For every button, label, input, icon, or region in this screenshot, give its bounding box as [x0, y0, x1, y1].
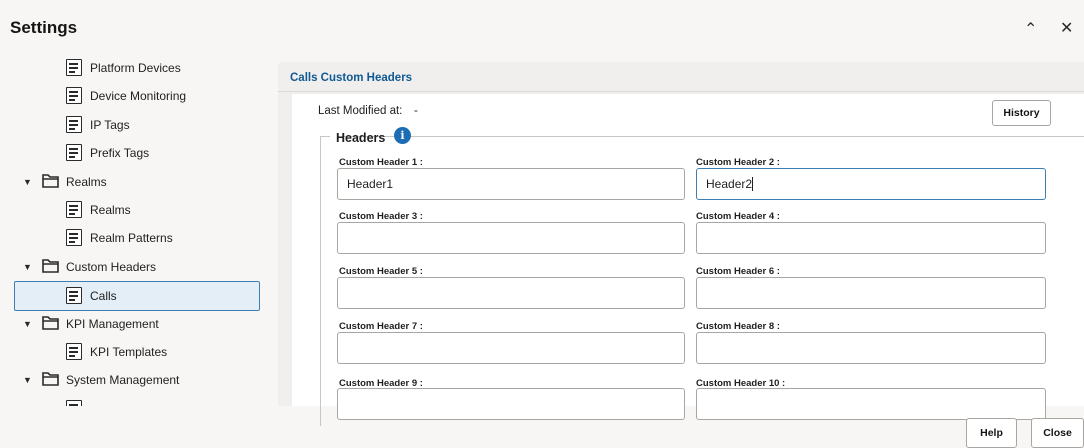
folder-icon	[42, 174, 59, 188]
custom-header-5-input[interactable]	[337, 277, 685, 309]
document-icon	[66, 400, 82, 406]
tree-folder-realms[interactable]: ▼ Realms	[0, 170, 268, 196]
tree-item-ip-tags[interactable]: IP Tags	[0, 113, 268, 139]
folder-icon	[42, 316, 59, 330]
panel-title: Calls Custom Headers	[290, 72, 413, 84]
tree-item-calls[interactable]: Calls	[14, 281, 260, 311]
tree-item-realm-patterns[interactable]: Realm Patterns	[0, 226, 268, 252]
tree-item-label: Platform Devices	[90, 61, 181, 75]
tree-item-platform-devices[interactable]: Platform Devices	[0, 56, 268, 82]
tree-folder-custom-headers[interactable]: ▼ Custom Headers	[0, 255, 268, 281]
tree-item-label: Realm Patterns	[90, 231, 173, 245]
last-modified-value: -	[414, 105, 418, 117]
custom-header-8-label: Custom Header 8 :	[696, 321, 780, 332]
headers-legend-text: Headers	[336, 131, 386, 145]
document-icon	[66, 116, 82, 133]
tree-item-label: System Management	[66, 373, 180, 387]
tree-item-label: Prefix Tags	[90, 146, 150, 160]
document-icon	[66, 229, 82, 246]
tree-item-kpi-templates[interactable]: KPI Templates	[0, 340, 268, 366]
tree-item-label: Custom Headers	[66, 260, 157, 274]
document-icon	[66, 287, 82, 304]
tree-item-label: IP Tags	[90, 118, 130, 132]
calls-custom-headers-panel: Calls Custom Headers Last Modified at: -…	[278, 62, 1084, 426]
custom-header-5-label: Custom Header 5 :	[339, 266, 423, 277]
custom-header-1-input[interactable]: Header1	[337, 168, 685, 200]
tree-item-prefix-tags[interactable]: Prefix Tags	[0, 141, 268, 167]
caret-down-icon[interactable]: ▼	[23, 375, 32, 385]
tree-item-label: KPI Templates	[90, 345, 168, 359]
tree-item-label: Device Monitoring	[90, 89, 187, 103]
headers-legend: Headers i	[330, 127, 411, 149]
custom-header-4-input[interactable]	[696, 222, 1046, 254]
tree-item-label: Realms	[90, 203, 131, 217]
window-title: Settings	[10, 18, 78, 37]
tree-item-realms[interactable]: Realms	[0, 198, 268, 224]
custom-header-7-input[interactable]	[337, 332, 685, 364]
tree-item-label: KPI Management	[66, 317, 159, 331]
settings-navigation-tree: Platform Devices Device Monitoring IP Ta…	[0, 56, 268, 406]
caret-down-icon[interactable]: ▼	[23, 262, 32, 272]
tree-folder-system-management[interactable]: ▼ System Management	[0, 368, 268, 394]
tree-folder-kpi-management[interactable]: ▼ KPI Management	[0, 312, 268, 338]
custom-header-3-input[interactable]	[337, 222, 685, 254]
caret-down-icon[interactable]: ▼	[23, 177, 32, 187]
document-icon	[66, 201, 82, 218]
document-icon	[66, 144, 82, 161]
folder-icon	[42, 372, 59, 386]
tree-item-label: Calls	[90, 289, 117, 303]
custom-header-1-label: Custom Header 1 :	[339, 157, 423, 168]
custom-header-2-value: Header2	[706, 177, 753, 191]
folder-icon	[42, 259, 59, 273]
custom-header-4-label: Custom Header 4 :	[696, 211, 780, 222]
close-icon[interactable]: ✕	[1060, 21, 1073, 37]
custom-header-9-input[interactable]	[337, 388, 685, 420]
close-button[interactable]: Close	[1031, 418, 1084, 448]
document-icon	[66, 87, 82, 104]
custom-header-10-input[interactable]	[696, 388, 1046, 420]
help-button[interactable]: Help	[966, 418, 1017, 448]
custom-header-8-input[interactable]	[696, 332, 1046, 364]
chevron-up-icon[interactable]: ⌃	[1024, 22, 1037, 38]
last-modified-label: Last Modified at:	[318, 105, 403, 117]
caret-down-icon[interactable]: ▼	[23, 319, 32, 329]
history-button[interactable]: History	[992, 100, 1051, 126]
document-icon	[66, 343, 82, 360]
panel-body: Last Modified at: - History Headers i Cu…	[292, 94, 1084, 426]
info-icon[interactable]: i	[394, 127, 411, 144]
custom-header-2-label: Custom Header 2 :	[696, 157, 780, 168]
document-icon	[66, 59, 82, 76]
panel-header: Calls Custom Headers	[278, 62, 1084, 92]
text-cursor	[752, 176, 754, 191]
custom-header-7-label: Custom Header 7 :	[339, 321, 423, 332]
custom-header-6-label: Custom Header 6 :	[696, 266, 780, 277]
tree-item-partial[interactable]	[0, 397, 268, 406]
custom-header-6-input[interactable]	[696, 277, 1046, 309]
title-bar: Settings ⌃ ✕	[0, 0, 1084, 56]
custom-header-2-input[interactable]: Header2	[696, 168, 1046, 200]
tree-item-label: Realms	[66, 175, 107, 189]
custom-header-3-label: Custom Header 3 :	[339, 211, 423, 222]
tree-item-device-monitoring[interactable]: Device Monitoring	[0, 84, 268, 110]
